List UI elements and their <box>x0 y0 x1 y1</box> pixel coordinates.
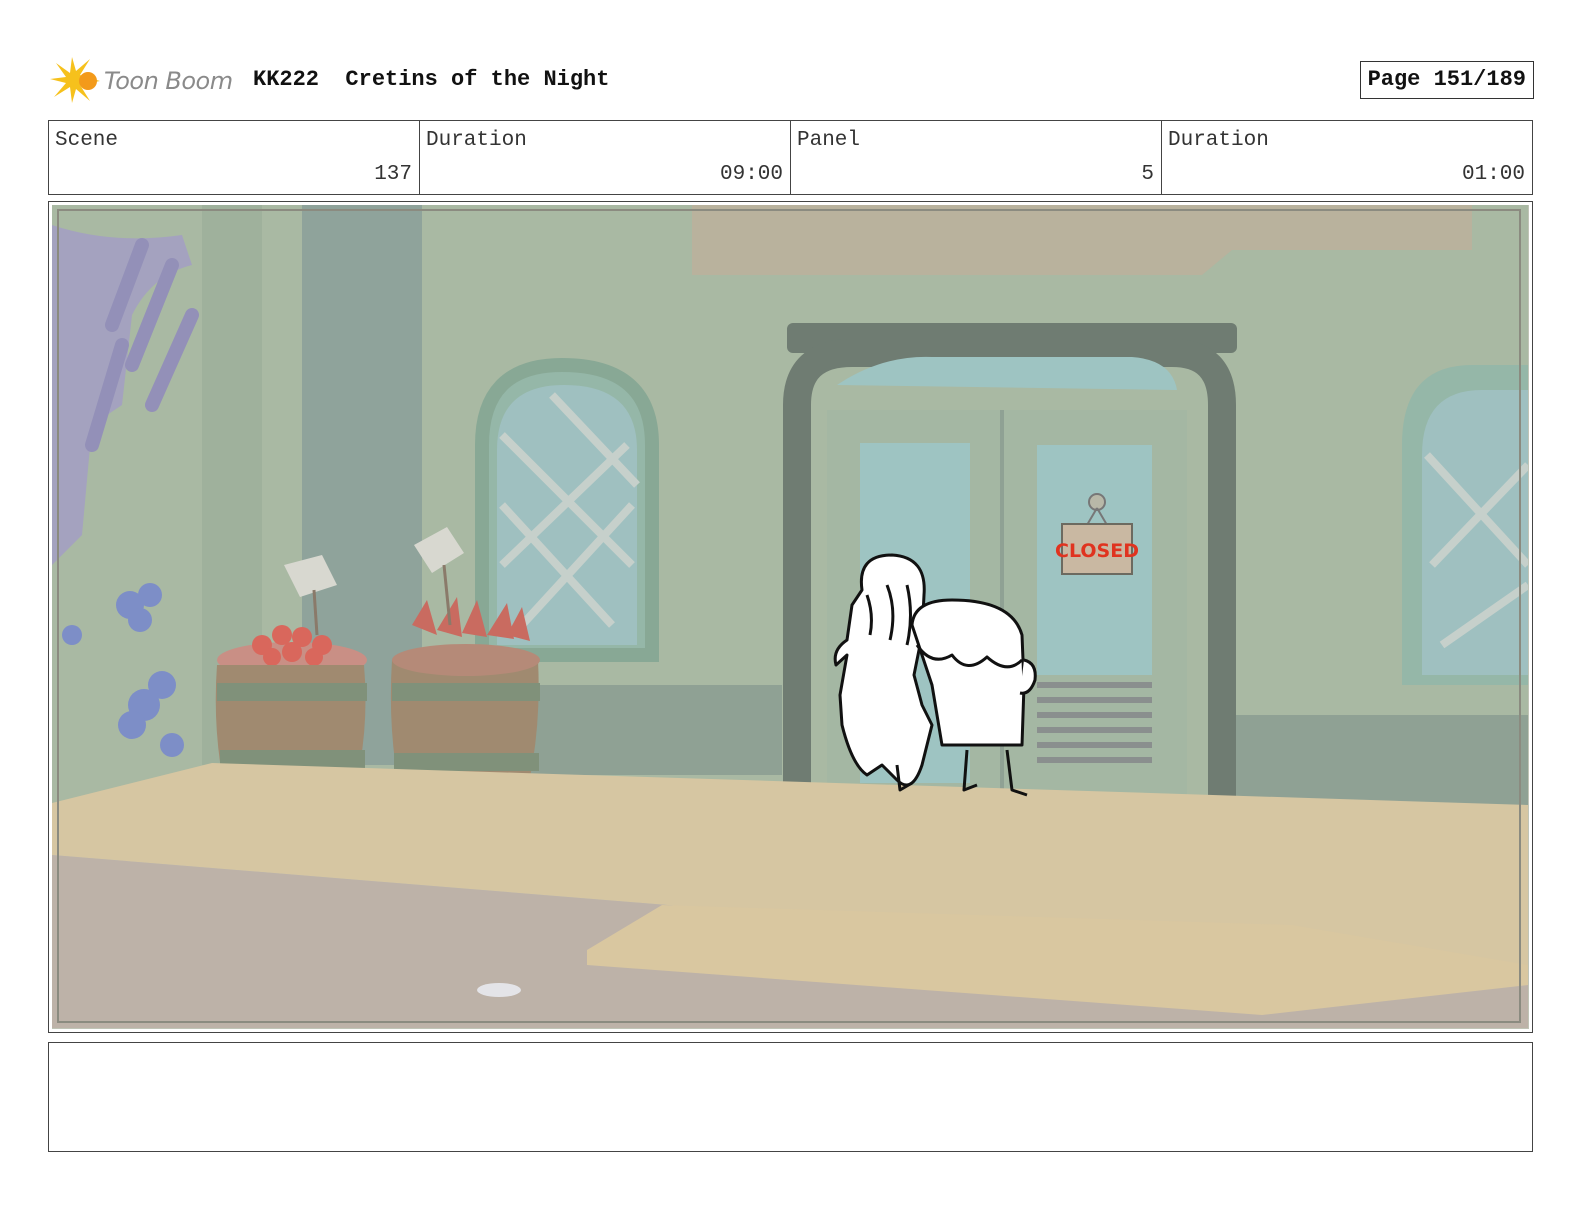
page-number: Page 151/189 <box>1359 61 1534 99</box>
panel-duration-cell: Duration 01:00 <box>1162 121 1532 194</box>
toon-boom-logo: Toon Boom <box>50 55 245 105</box>
scene-duration-label: Duration <box>426 129 527 152</box>
closed-sign-text: CLOSED <box>1055 540 1139 562</box>
scene-value: 137 <box>374 163 412 186</box>
scene-duration-value: 09:00 <box>719 163 783 186</box>
scene-info-table: Scene 137 Duration 09:00 Panel 5 Duratio… <box>48 120 1533 195</box>
underwater-street-scene: CLOSED <box>52 205 1528 1028</box>
scene-duration-cell: Duration 09:00 <box>420 121 791 194</box>
document-title: KK222 Cretins of the Night <box>253 67 610 92</box>
starburst-logo-icon <box>50 57 100 103</box>
panel-image: CLOSED <box>52 205 1529 1029</box>
panel-notes <box>48 1042 1533 1152</box>
page-header: Toon Boom KK222 Cretins of the Night Pag… <box>50 55 1534 105</box>
logo-text: Toon Boom <box>104 67 233 95</box>
panel-value: 5 <box>1141 163 1154 186</box>
panel-duration-label: Duration <box>1168 129 1269 152</box>
panel-cell: Panel 5 <box>791 121 1162 194</box>
storyboard-panel: CLOSED <box>48 201 1533 1033</box>
scene-cell: Scene 137 <box>49 121 420 194</box>
arched-window-right <box>1402 365 1528 685</box>
panel-duration-value: 01:00 <box>1461 163 1525 186</box>
scene-label: Scene <box>55 129 119 152</box>
panel-label: Panel <box>797 129 861 152</box>
